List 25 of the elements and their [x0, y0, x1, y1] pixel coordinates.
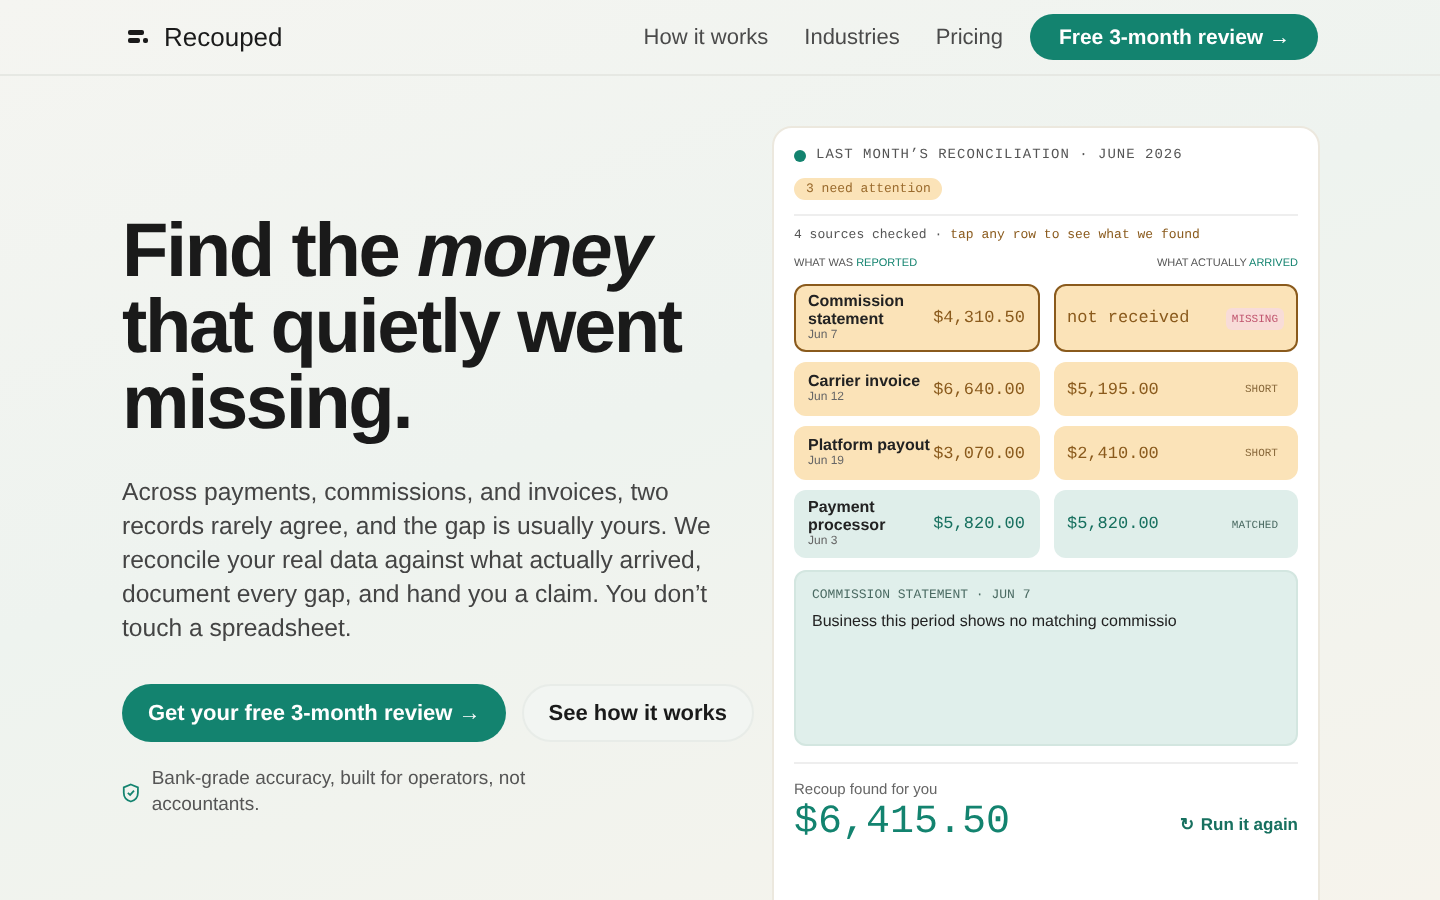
- nav-link[interactable]: Industries: [804, 25, 900, 49]
- arrived-amount: $5,195.00: [1067, 379, 1159, 399]
- reported-amount: $6,640.00: [933, 379, 1025, 399]
- intro-paragraph: Across payments, commissions, and invoices, two records rarely agree, and the gap is usually yours. We reconcile your real data against what actually arrived, document every gap, and hand you a claim. You don’t touch a spreadsheet.: [122, 476, 713, 646]
- detail-text: Business this period shows no matching commissio: [812, 612, 1179, 630]
- trust-note: Bank-grade accuracy, built for operators, not accountants.: [151, 766, 528, 818]
- review-button[interactable]: Get your free 3-month review →: [122, 684, 507, 742]
- reported-amount: $4,310.50: [933, 308, 1025, 328]
- reported-amount: $5,820.00: [933, 514, 1025, 534]
- brand-name[interactable]: Recouped: [164, 22, 283, 52]
- total-amount: $6,415.50: [794, 800, 1011, 846]
- how-it-works-button[interactable]: See how it works: [522, 684, 754, 742]
- source-name: Carrier invoice: [808, 372, 921, 390]
- arrived-amount: not received: [1067, 308, 1190, 328]
- reported-amount: $3,070.00: [933, 443, 1025, 463]
- nav-link[interactable]: Pricing: [935, 25, 1003, 49]
- review-button[interactable]: Free 3-month review →: [1030, 14, 1318, 60]
- nav-link[interactable]: How it works: [643, 25, 769, 49]
- source-name: Platform payout: [808, 436, 930, 454]
- source-name: Commission statement: [808, 292, 907, 328]
- run-again-button[interactable]: ↻ Run it again: [1180, 814, 1298, 846]
- arrived-amount: $2,410.00: [1067, 443, 1159, 463]
- arrived-amount: $5,820.00: [1067, 514, 1159, 534]
- source-name: Payment processor: [808, 498, 888, 534]
- headline: Find the money that quietly went missing.: [122, 214, 684, 442]
